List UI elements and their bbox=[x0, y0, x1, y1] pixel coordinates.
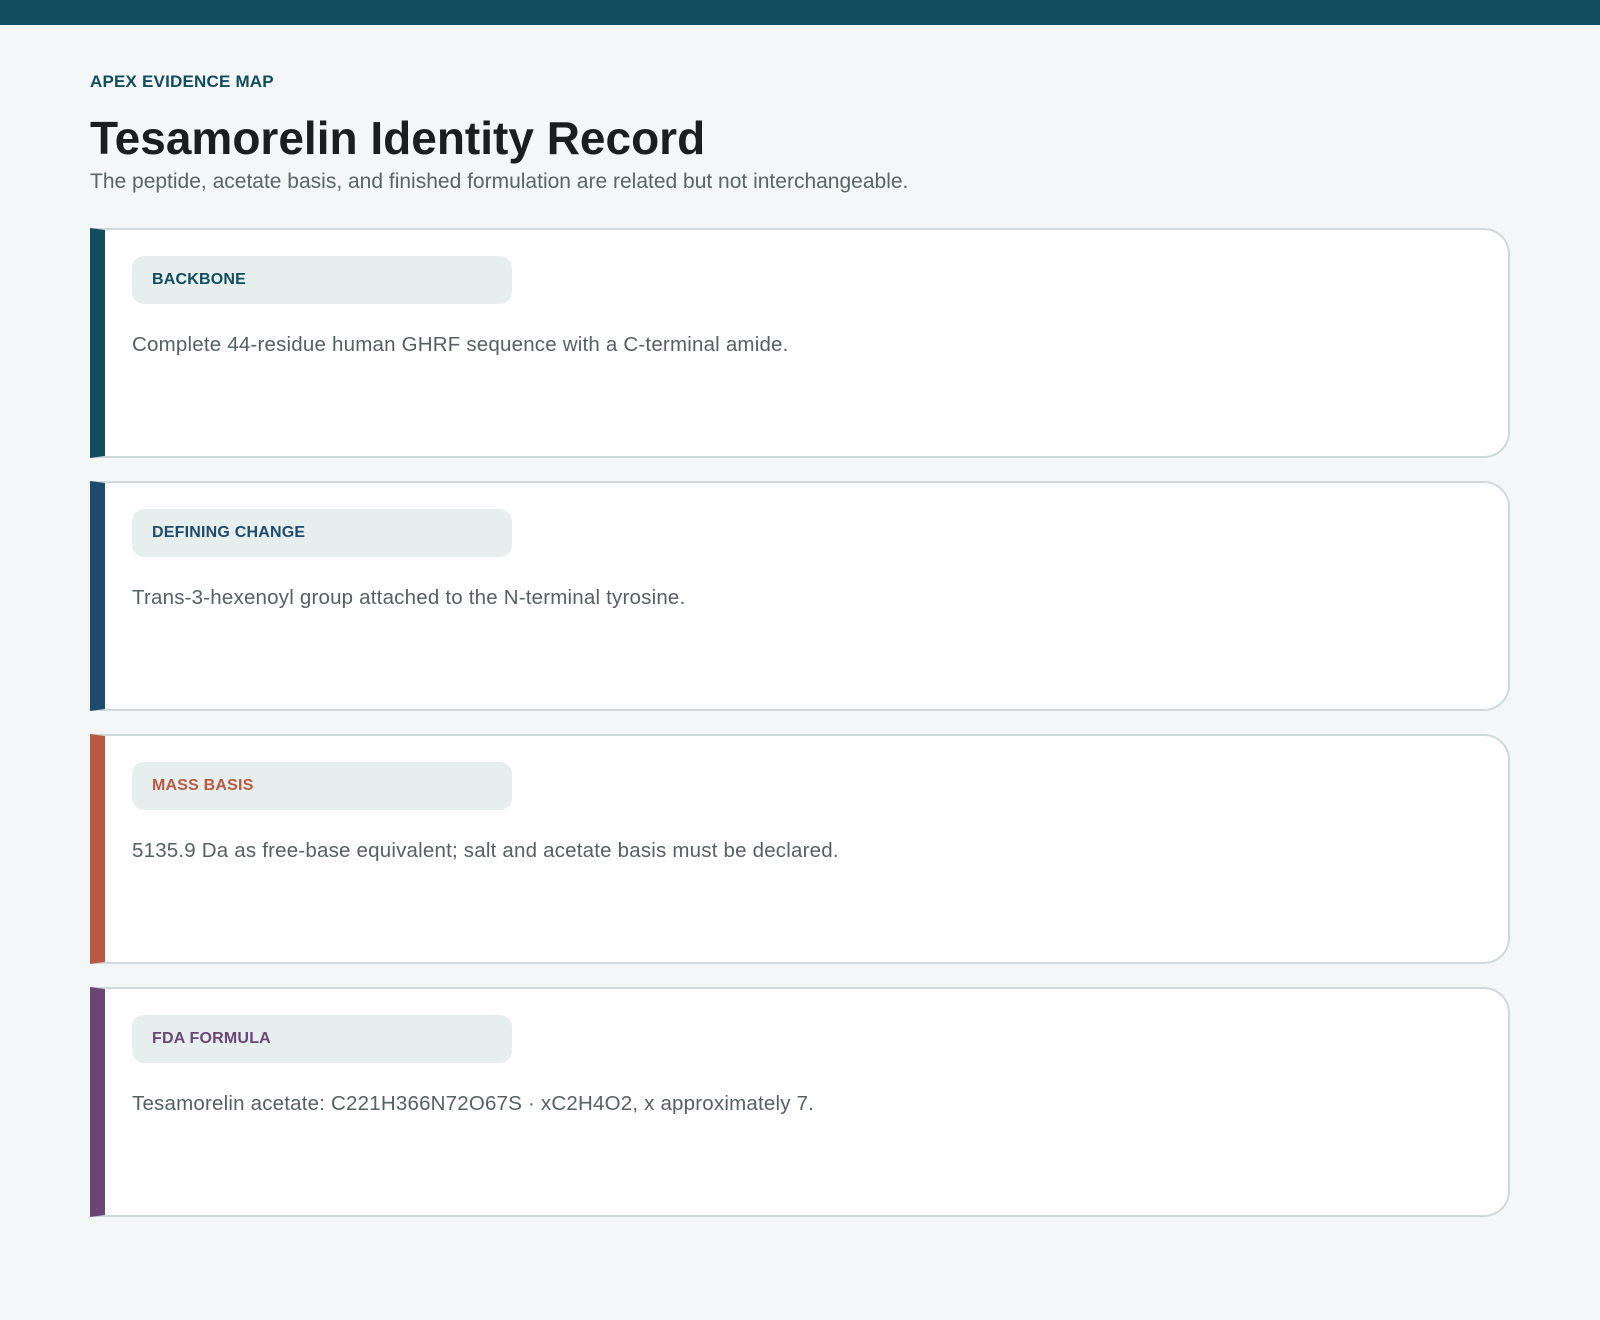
page-title: Tesamorelin Identity Record bbox=[90, 112, 706, 164]
card-label: BACKBONE bbox=[132, 256, 512, 304]
card-mass-basis: MASS BASIS 5135.9 Da as free-base equiva… bbox=[90, 734, 1510, 964]
card-label: FDA FORMULA bbox=[132, 1015, 512, 1063]
card-text: Trans-3-hexenoyl group attached to the N… bbox=[132, 586, 686, 609]
card-text: Complete 44-residue human GHRF sequence … bbox=[132, 333, 789, 356]
top-bar bbox=[0, 0, 1600, 25]
card-label: MASS BASIS bbox=[132, 762, 512, 810]
card-text: 5135.9 Da as free-base equivalent; salt … bbox=[132, 839, 839, 862]
card-defining-change: DEFINING CHANGE Trans-3-hexenoyl group a… bbox=[90, 481, 1510, 711]
eyebrow-label: APEX EVIDENCE MAP bbox=[90, 72, 274, 91]
page-subtitle: The peptide, acetate basis, and finished… bbox=[90, 170, 909, 193]
card-text: Tesamorelin acetate: C221H366N72O67S · x… bbox=[132, 1092, 815, 1115]
card-backbone: BACKBONE Complete 44-residue human GHRF … bbox=[90, 228, 1510, 458]
card-fda-formula: FDA FORMULA Tesamorelin acetate: C221H36… bbox=[90, 987, 1510, 1217]
card-label: DEFINING CHANGE bbox=[132, 509, 512, 557]
